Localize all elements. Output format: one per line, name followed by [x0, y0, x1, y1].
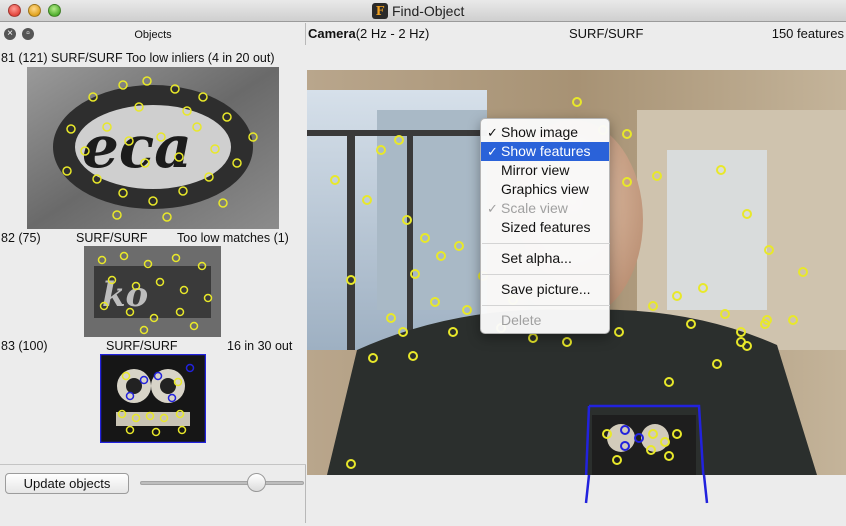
update-objects-button[interactable]: Update objects — [5, 473, 129, 494]
menu-item-label: Show features — [501, 143, 591, 159]
menu-item-label: Mirror view — [501, 162, 570, 178]
object-82-status: Too low matches (1) — [177, 231, 289, 245]
camera-header: Camera(2 Hz - 2 Hz) SURF/SURF 150 featur… — [307, 23, 846, 45]
camera-algo: SURF/SURF — [569, 26, 644, 41]
object-id: 81 (121) — [1, 51, 48, 65]
app-icon: F — [372, 3, 388, 19]
object-82-id: 82 (75) — [1, 231, 41, 245]
view-context-menu: ✓ Show image ✓ Show features Mirror view… — [480, 118, 610, 334]
menu-item-sized-features[interactable]: Sized features — [481, 218, 609, 237]
objects-dock-title: Objects — [134, 29, 172, 41]
menu-item-scale-view: ✓ Scale view — [481, 199, 609, 218]
camera-label: Camera(2 Hz - 2 Hz) — [308, 26, 429, 41]
window-minimize-button[interactable] — [28, 4, 41, 17]
menu-item-label: Show image — [501, 124, 579, 140]
menu-item-graphics-view[interactable]: Graphics view — [481, 180, 609, 199]
menu-item-set-alpha[interactable]: Set alpha... — [481, 249, 609, 268]
menu-item-label: Scale view — [501, 200, 568, 216]
check-icon: ✓ — [487, 125, 498, 140]
menu-item-label: Save picture... — [501, 281, 591, 297]
menu-item-label: Sized features — [501, 219, 591, 235]
menu-item-show-image[interactable]: ✓ Show image — [481, 123, 609, 142]
menu-separator — [482, 243, 610, 244]
object-83-algo: SURF/SURF — [106, 339, 178, 353]
menu-separator — [482, 305, 610, 306]
camera-feature-count: 150 features — [771, 26, 844, 41]
detection-box-tail — [584, 474, 709, 504]
camera-title: Camera — [308, 26, 356, 41]
object-81-image[interactable]: eca — [27, 67, 279, 229]
camera-bottom-area — [307, 474, 846, 523]
menu-item-show-features[interactable]: ✓ Show features — [481, 142, 609, 161]
check-icon: ✓ — [487, 144, 498, 159]
object-algo: SURF/SURF — [51, 51, 123, 65]
object-83-status: 16 in 30 out — [227, 339, 293, 353]
object-81-header: 81 (121) SURF/SURF Too low inliers (4 in… — [1, 51, 275, 65]
menu-item-label: Set alpha... — [501, 250, 572, 266]
svg-text:eca: eca — [82, 113, 192, 181]
menu-item-mirror-view[interactable]: Mirror view — [481, 161, 609, 180]
object-82-image[interactable]: ko — [84, 246, 221, 337]
title-bar: F Find-Object — [0, 0, 846, 22]
menu-item-delete: Delete — [481, 311, 609, 330]
object-status: Too low inliers (4 in 20 out) — [125, 51, 275, 65]
threshold-slider-track[interactable] — [140, 481, 304, 485]
object-82-algo: SURF/SURF — [76, 231, 148, 245]
menu-item-label: Delete — [501, 312, 542, 328]
camera-rate: (2 Hz - 2 Hz) — [355, 26, 430, 41]
window-zoom-button[interactable] — [48, 4, 61, 17]
object-83-image[interactable] — [100, 354, 206, 443]
check-icon: ✓ — [487, 201, 498, 216]
menu-separator — [482, 274, 610, 275]
objects-list[interactable]: 81 (121) SURF/SURF Too low inliers (4 in… — [0, 45, 306, 465]
threshold-slider-knob[interactable] — [247, 473, 266, 492]
window-title: Find-Object — [392, 3, 465, 19]
objects-dock-header: × ▫ Objects — [0, 23, 306, 45]
object-83-id: 83 (100) — [1, 339, 48, 353]
objects-dock: × ▫ Objects 81 (121) SURF/SURF Too low i… — [0, 23, 306, 523]
menu-item-save-picture[interactable]: Save picture... — [481, 280, 609, 299]
menu-item-label: Graphics view — [501, 181, 589, 197]
window-close-button[interactable] — [8, 4, 21, 17]
